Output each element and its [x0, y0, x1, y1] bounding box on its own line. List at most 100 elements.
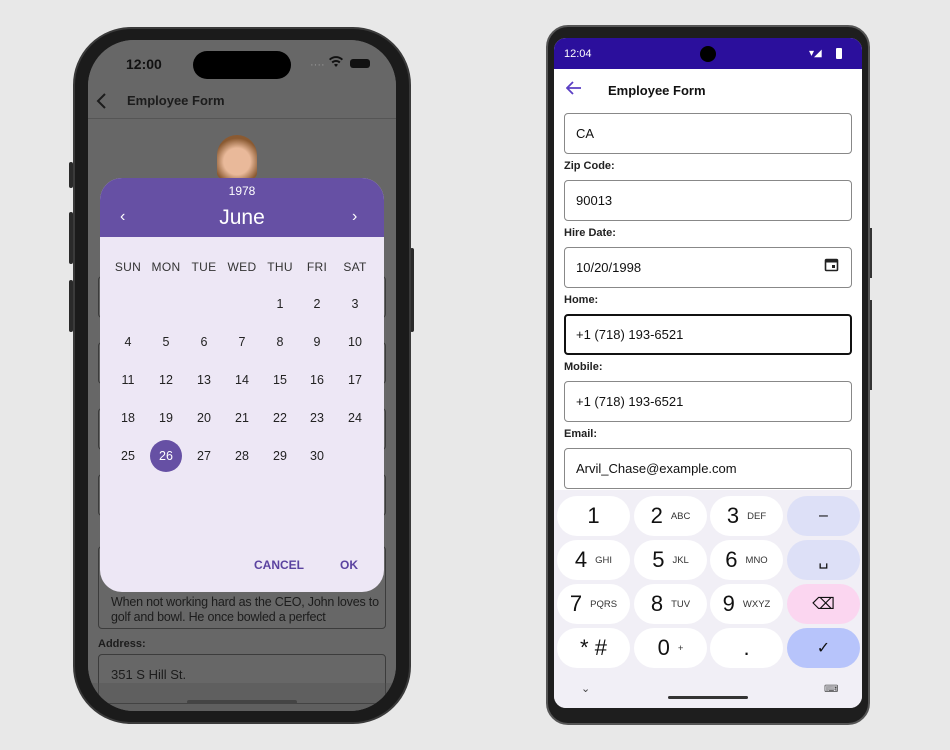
weekday-header: SUN: [114, 260, 142, 274]
calendar-day[interactable]: 19: [150, 402, 182, 434]
field-value: +1 (718) 193-6521: [576, 327, 684, 342]
calendar-day-selected[interactable]: 26: [150, 440, 182, 472]
weekday-header: FRI: [306, 260, 328, 274]
calendar-day[interactable]: 25: [112, 440, 144, 472]
calendar-day[interactable]: 10: [339, 326, 371, 358]
calendar-day[interactable]: 30: [301, 440, 333, 472]
calendar-day[interactable]: 8: [264, 326, 296, 358]
key-digit[interactable]: * #: [557, 628, 630, 668]
date-picker-dialog: 1978 June ‹ › SUN MON TUE WED THU FRI SAT 1 2 3 4 5…: [100, 178, 384, 592]
calendar-day[interactable]: 4: [112, 326, 144, 358]
field-label: Zip Code:: [564, 160, 615, 172]
calendar-day[interactable]: 23: [301, 402, 333, 434]
key-digit[interactable]: 3 DEF: [710, 496, 783, 536]
key-digit[interactable]: 4 GHI: [557, 540, 630, 580]
header-divider: [88, 118, 396, 119]
calendar-day[interactable]: 13: [188, 364, 220, 396]
employee-photo: [217, 135, 257, 179]
form-field[interactable]: +1 (718) 193-6521: [564, 314, 852, 355]
key-label: 6: [725, 547, 738, 572]
status-bar: 12:04 ▾◢: [554, 38, 862, 69]
key-ok[interactable]: ✓: [787, 628, 860, 668]
key-label: 9: [722, 591, 735, 616]
dynamic-island: [193, 51, 291, 79]
calendar-day[interactable]: 21: [226, 402, 258, 434]
iphone-screen: 12:00 ···· Employee Form When not workin…: [88, 40, 396, 711]
form-field[interactable]: CA: [564, 113, 852, 154]
form-field[interactable]: +1 (718) 193-6521: [564, 381, 852, 422]
calendar-day[interactable]: 6: [188, 326, 220, 358]
numeric-keyboard: 1 2 ABC 3 DEF – 4 GHI 5 JKL 6 MNO ␣ 7 PQRS 8 TUV 9 WXYZ ⌫ * …: [554, 490, 862, 708]
key-letters: TUV: [671, 598, 691, 610]
key-digit[interactable]: .: [710, 628, 783, 668]
calendar-day[interactable]: 5: [150, 326, 182, 358]
cancel-button[interactable]: CANCEL: [254, 558, 304, 572]
back-button[interactable]: [565, 81, 582, 100]
form-field[interactable]: 10/20/1998: [564, 247, 852, 288]
calendar-day[interactable]: 14: [226, 364, 258, 396]
key-del[interactable]: ⌫: [787, 584, 860, 624]
android-screen: 12:04 ▾◢ Employee Form CA Zip Code: 90013 H…: [554, 38, 862, 708]
calendar-icon[interactable]: [824, 248, 839, 288]
calendar-day[interactable]: 11: [112, 364, 144, 396]
date-picker-header: 1978 June ‹ ›: [100, 178, 384, 237]
calendar-day[interactable]: 29: [264, 440, 296, 472]
keyboard-switch-icon[interactable]: ⌨: [824, 684, 838, 695]
calendar-day[interactable]: 3: [339, 288, 371, 320]
key-digit[interactable]: 1: [557, 496, 630, 536]
camera-cutout: [700, 46, 716, 62]
form-field[interactable]: 90013: [564, 180, 852, 221]
calendar-day[interactable]: 1: [264, 288, 296, 320]
home-indicator[interactable]: [668, 696, 748, 699]
hide-keyboard-icon[interactable]: ⌄: [581, 682, 590, 695]
calendar-day[interactable]: 17: [339, 364, 371, 396]
key-digit[interactable]: 8 TUV: [634, 584, 707, 624]
key-fn[interactable]: –: [787, 496, 860, 536]
battery-icon: [836, 48, 842, 59]
calendar-day[interactable]: 18: [112, 402, 144, 434]
home-indicator[interactable]: [187, 700, 297, 704]
wifi-signal-icon: ▾◢: [809, 48, 822, 59]
key-fn[interactable]: ␣: [787, 540, 860, 580]
year-label[interactable]: 1978: [100, 184, 384, 198]
calendar-day[interactable]: 7: [226, 326, 258, 358]
key-letters: MNO: [745, 554, 768, 566]
form-field[interactable]: Arvil_Chase@example.com: [564, 448, 852, 489]
wifi-icon: [328, 55, 344, 71]
key-label: 0: [657, 635, 670, 660]
key-digit[interactable]: 5 JKL: [634, 540, 707, 580]
battery-icon: [350, 59, 370, 68]
calendar-day[interactable]: 22: [264, 402, 296, 434]
calendar-day[interactable]: 27: [188, 440, 220, 472]
status-time: 12:04: [564, 48, 592, 60]
prev-month-button[interactable]: ‹: [120, 208, 125, 226]
weekday-header: WED: [227, 260, 257, 274]
key-digit[interactable]: 2 ABC: [634, 496, 707, 536]
key-digit[interactable]: 6 MNO: [710, 540, 783, 580]
calendar-day[interactable]: 2: [301, 288, 333, 320]
next-month-button[interactable]: ›: [352, 208, 357, 226]
key-label: –: [819, 507, 828, 524]
calendar-day[interactable]: 16: [301, 364, 333, 396]
key-digit[interactable]: 9 WXYZ: [710, 584, 783, 624]
calendar-day[interactable]: 12: [150, 364, 182, 396]
back-button[interactable]: [96, 92, 108, 115]
ok-button[interactable]: OK: [340, 558, 358, 572]
field-value: CA: [576, 126, 595, 141]
calendar-day[interactable]: 20: [188, 402, 220, 434]
signal-icon: ····: [310, 59, 325, 71]
key-letters: DEF: [747, 510, 767, 522]
calendar-day[interactable]: 24: [339, 402, 371, 434]
key-label: ␣: [818, 552, 829, 569]
key-label: * #: [580, 635, 607, 660]
calendar-day[interactable]: 28: [226, 440, 258, 472]
key-label: 1: [587, 503, 600, 528]
calendar-day[interactable]: 9: [301, 326, 333, 358]
key-digit[interactable]: 0 +: [634, 628, 707, 668]
field-value: 90013: [576, 193, 613, 208]
key-label: 5: [652, 547, 665, 572]
field-value: +1 (718) 193-6521: [576, 394, 684, 409]
calendar-day[interactable]: 15: [264, 364, 296, 396]
key-label: 7: [569, 591, 583, 616]
key-digit[interactable]: 7 PQRS: [557, 584, 630, 624]
